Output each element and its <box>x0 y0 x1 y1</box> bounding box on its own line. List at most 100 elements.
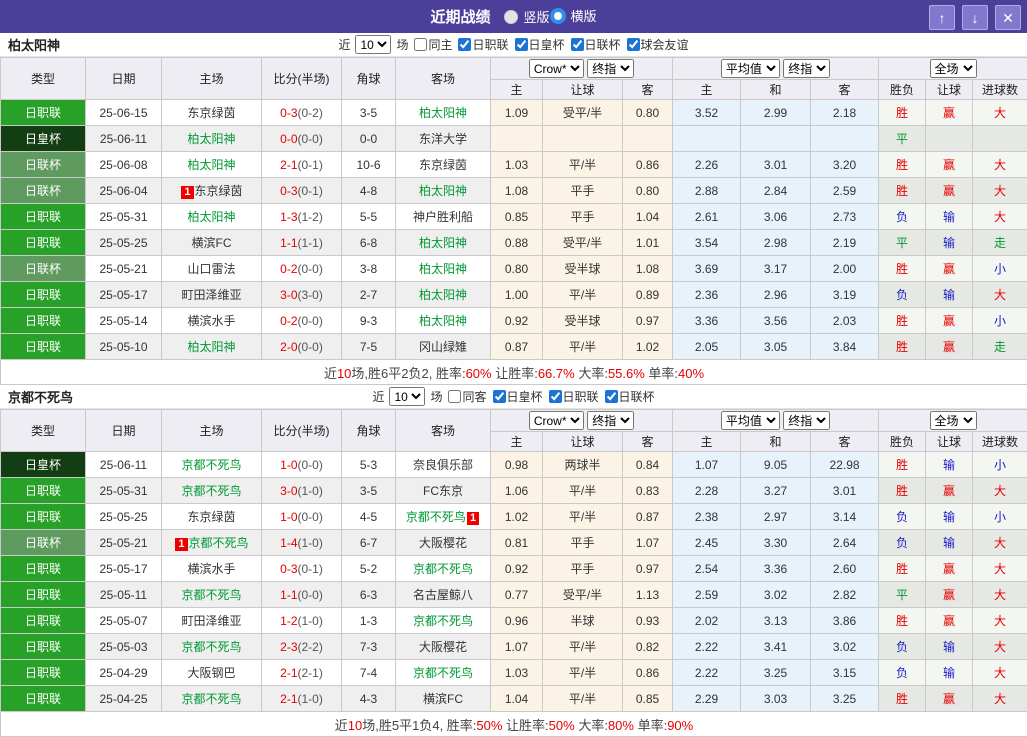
match-date-cell: 25-05-17 <box>86 282 162 308</box>
home-team-cell: 柏太阳神 <box>162 334 262 360</box>
halftime-score: (0-1) <box>298 562 323 576</box>
league-checkbox-label[interactable]: 日联杯 <box>567 36 621 53</box>
league-checkbox[interactable] <box>571 38 584 51</box>
same-venue-checkbox-label[interactable]: 同客 <box>444 388 486 405</box>
move-down-button[interactable]: ↓ <box>962 5 988 30</box>
avg-away-odds-cell: 22.98 <box>811 452 879 478</box>
move-up-button[interactable]: ↑ <box>929 5 955 30</box>
score-cell: 1-1(1-1) <box>262 230 342 256</box>
away-team-cell: 京都不死鸟 <box>396 556 491 582</box>
avg-home-odds-cell: 2.38 <box>673 504 741 530</box>
radio-icon[interactable] <box>504 10 518 24</box>
handicap-home-odds-cell: 0.81 <box>491 530 543 556</box>
handicap-result-cell: 输 <box>926 660 973 686</box>
league-checkbox-label[interactable]: 球会友谊 <box>623 36 689 53</box>
handicap-home-odds-cell: 1.04 <box>491 686 543 712</box>
away-team-cell: 横滨FC <box>396 686 491 712</box>
match-date-cell: 25-05-31 <box>86 478 162 504</box>
handicap-result-cell: 赢 <box>926 308 973 334</box>
avg-away-odds-cell: 2.64 <box>811 530 879 556</box>
avg-away-odds-cell <box>811 126 879 152</box>
sub-column-header: 进球数 <box>973 80 1027 100</box>
bookmaker-select[interactable]: Crow* <box>529 411 584 430</box>
corners-cell: 0-0 <box>342 126 396 152</box>
away-team-name: 京都不死鸟 <box>413 666 473 680</box>
goals-result-cell: 大 <box>973 582 1027 608</box>
win-loss-result-cell: 平 <box>879 582 926 608</box>
competition-type-cell: 日联杯 <box>1 530 86 556</box>
corners-cell: 7-4 <box>342 660 396 686</box>
away-team-name: 柏太阳神 <box>419 106 467 120</box>
home-team-cell: 町田泽维亚 <box>162 608 262 634</box>
handicap-result-cell: 赢 <box>926 686 973 712</box>
league-checkbox-label[interactable]: 日职联 <box>454 36 508 53</box>
match-date-cell: 25-05-25 <box>86 504 162 530</box>
same-venue-checkbox-label[interactable]: 同主 <box>410 36 452 53</box>
match-count-select[interactable]: 10 <box>389 387 425 406</box>
match-count-select[interactable]: 10 <box>355 35 391 54</box>
layout-option-horizontal[interactable]: 横版 <box>550 6 597 25</box>
halftime-score: (0-0) <box>298 340 323 354</box>
match-date-cell: 25-04-29 <box>86 660 162 686</box>
scope-select[interactable]: 全场 <box>930 411 977 430</box>
radio-icon[interactable] <box>550 8 566 24</box>
handicap-result-cell: 输 <box>926 504 973 530</box>
corners-cell: 10-6 <box>342 152 396 178</box>
handicap-result-cell: 输 <box>926 204 973 230</box>
average-select[interactable]: 平均值 <box>721 411 780 430</box>
league-label-text: 日皇杯 <box>529 36 565 53</box>
league-checkbox-label[interactable]: 日职联 <box>545 388 599 405</box>
goals-result-cell: 大 <box>973 530 1027 556</box>
layout-option-vertical[interactable]: 竖版 <box>504 7 549 26</box>
average-time-select[interactable]: 终指 <box>783 59 830 78</box>
sub-column-header: 主 <box>491 80 543 100</box>
average-select[interactable]: 平均值 <box>721 59 780 78</box>
league-checkbox[interactable] <box>549 390 562 403</box>
handicap-home-odds-cell: 1.03 <box>491 660 543 686</box>
league-checkbox[interactable] <box>515 38 528 51</box>
odds-time-select[interactable]: 终指 <box>587 59 634 78</box>
close-button[interactable]: ✕ <box>995 5 1021 30</box>
same-venue-checkbox[interactable] <box>448 390 461 403</box>
handicap-line-cell: 平/半 <box>543 478 623 504</box>
score-cell: 1-3(1-2) <box>262 204 342 230</box>
avg-away-odds-cell: 3.19 <box>811 282 879 308</box>
bookmaker-select[interactable]: Crow* <box>529 59 584 78</box>
score-cell: 2-1(0-1) <box>262 152 342 178</box>
win-loss-result-cell: 胜 <box>879 152 926 178</box>
away-team-name: 东洋大学 <box>419 132 467 146</box>
column-header: 主场 <box>162 410 262 452</box>
same-venue-checkbox[interactable] <box>414 38 427 51</box>
match-row: 日职联25-05-31柏太阳神1-3(1-2)5-5神户胜利船0.85平手1.0… <box>1 204 1027 230</box>
home-team-name: 东京绿茵 <box>187 510 235 524</box>
league-checkbox-label[interactable]: 日皇杯 <box>511 36 565 53</box>
home-team-name: 町田泽维亚 <box>181 614 241 628</box>
fulltime-score: 1-1 <box>280 236 297 250</box>
away-team-cell: 神户胜利船 <box>396 204 491 230</box>
league-checkbox[interactable] <box>605 390 618 403</box>
summary-value: 10 <box>337 366 351 381</box>
avg-away-odds-cell: 3.84 <box>811 334 879 360</box>
league-checkbox-label[interactable]: 日皇杯 <box>489 388 543 405</box>
section-header: 京都不死鸟 近10场同客日皇杯日职联日联杯 <box>0 385 1027 409</box>
win-loss-result-cell: 负 <box>879 282 926 308</box>
halftime-score: (0-0) <box>298 458 323 472</box>
average-time-select[interactable]: 终指 <box>783 411 830 430</box>
column-header: 日期 <box>86 58 162 100</box>
handicap-away-odds-cell: 1.13 <box>623 582 673 608</box>
scope-select[interactable]: 全场 <box>930 59 977 78</box>
halftime-score: (3-0) <box>298 288 323 302</box>
match-row: 日职联25-05-10柏太阳神2-0(0-0)7-5冈山绿雉0.87平/半1.0… <box>1 334 1027 360</box>
summary-value: 10 <box>348 718 362 733</box>
halftime-score: (0-0) <box>298 510 323 524</box>
score-cell: 1-1(0-0) <box>262 582 342 608</box>
home-team-name: 横滨水手 <box>187 562 235 576</box>
league-checkbox[interactable] <box>458 38 471 51</box>
avg-draw-odds-cell: 3.56 <box>741 308 811 334</box>
summary-value: 50% <box>476 718 502 733</box>
league-checkbox[interactable] <box>493 390 506 403</box>
league-checkbox-label[interactable]: 日联杯 <box>601 388 655 405</box>
league-checkbox[interactable] <box>627 38 640 51</box>
match-row: 日职联25-05-11京都不死鸟1-1(0-0)6-3名古屋鲸八0.77受平/半… <box>1 582 1027 608</box>
odds-time-select[interactable]: 终指 <box>587 411 634 430</box>
